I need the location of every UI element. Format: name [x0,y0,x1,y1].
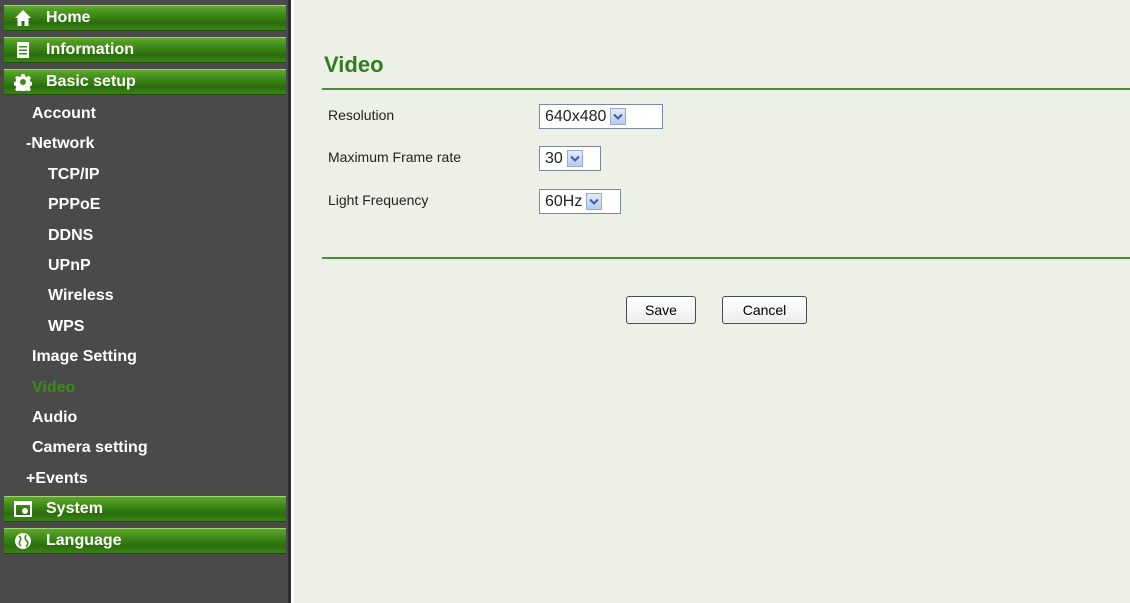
content-panel: Video Resolution 640x480 Maximum Frame r… [294,0,1130,603]
sidebar-item-events[interactable]: +Events [4,464,288,494]
resolution-label: Resolution [328,107,395,123]
title-divider [322,88,1130,90]
nav-information[interactable]: Information [4,37,286,63]
chevron-down-icon [586,193,603,210]
light-frequency-select[interactable]: 60Hz [539,189,621,214]
light-frequency-label: Light Frequency [328,192,429,208]
frame-rate-value: 30 [545,149,563,167]
nav-language-label: Language [46,532,122,550]
chevron-down-icon [610,108,627,125]
sidebar-item-wps[interactable]: WPS [4,312,288,342]
sidebar-item-image-setting[interactable]: Image Setting [4,342,288,372]
nav-system-label: System [46,500,103,518]
gear-icon [12,72,34,92]
save-button[interactable]: Save [626,296,696,324]
page-title: Video [324,52,384,77]
nav-home[interactable]: Home [4,5,286,31]
sidebar-item-network[interactable]: -Network [4,129,288,159]
nav-system[interactable]: System [4,496,286,523]
basic-setup-submenu: Account -Network TCP/IP PPPoE DDNS UPnP … [4,99,288,494]
sidebar-item-ddns[interactable]: DDNS [4,221,288,251]
sidebar-item-camera-setting[interactable]: Camera setting [4,433,288,463]
resolution-select[interactable]: 640x480 [539,104,663,129]
resolution-value: 640x480 [545,107,607,125]
nav-basic-setup-label: Basic setup [46,73,136,90]
cancel-button[interactable]: Cancel [722,296,807,324]
light-frequency-value: 60Hz [545,192,583,210]
home-icon [12,8,34,28]
frame-rate-label: Maximum Frame rate [328,149,462,165]
sidebar-item-wireless[interactable]: Wireless [4,281,288,311]
sidebar: Home Information Basic setup Account -Ne… [0,0,291,603]
nav-information-label: Information [46,41,134,58]
window-icon [12,499,34,519]
nav-home-label: Home [46,9,91,26]
nav-basic-setup[interactable]: Basic setup [4,69,286,95]
sidebar-item-audio[interactable]: Audio [4,403,288,433]
document-icon [12,40,34,60]
chevron-down-icon [566,150,583,167]
frame-rate-select[interactable]: 30 [539,146,601,171]
sidebar-item-upnp[interactable]: UPnP [4,251,288,281]
nav-language[interactable]: Language [4,528,286,555]
sidebar-item-account[interactable]: Account [4,99,288,129]
sidebar-item-video[interactable]: Video [4,373,288,403]
sidebar-item-pppoe[interactable]: PPPoE [4,190,288,220]
form-divider [322,257,1130,259]
sidebar-item-tcpip[interactable]: TCP/IP [4,160,288,190]
globe-icon [12,531,34,551]
